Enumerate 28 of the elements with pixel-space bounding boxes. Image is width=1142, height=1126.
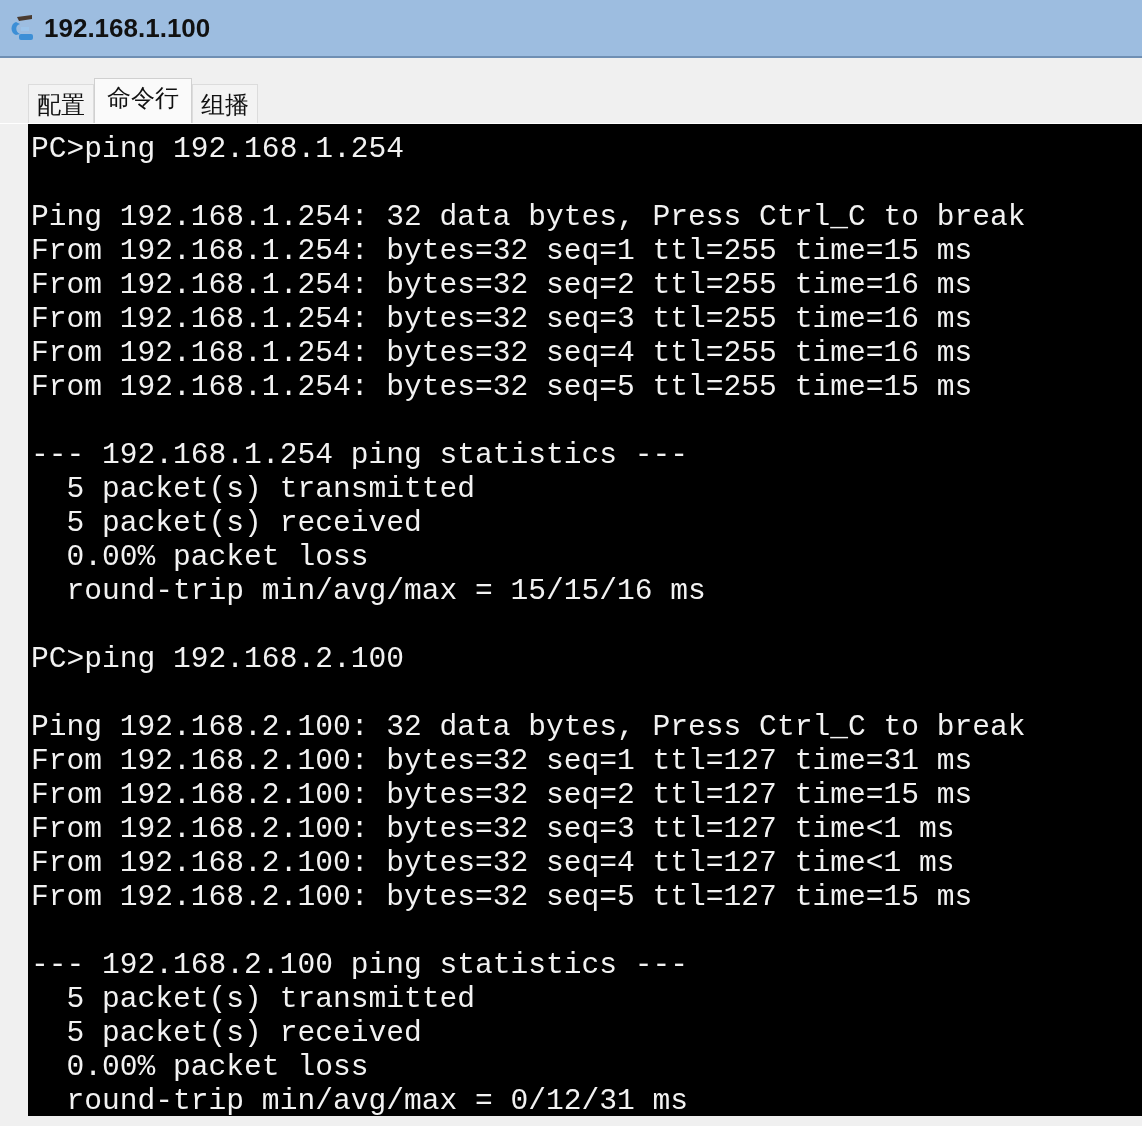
terminal-line: round-trip min/avg/max = 15/15/16 ms <box>65 574 707 608</box>
terminal-line: From 192.168.2.100: bytes=32 seq=5 ttl=127 time=15 ms <box>31 880 974 914</box>
terminal-line: From 192.168.2.100: bytes=32 seq=3 ttl=127 time<1 ms <box>31 812 956 846</box>
terminal-line: From 192.168.2.100: bytes=32 seq=4 ttl=127 time<1 ms <box>31 846 956 880</box>
terminal-line: 0.00% packet loss <box>65 1050 370 1084</box>
terminal-line: 5 packet(s) received <box>65 1016 423 1050</box>
terminal-line: 5 packet(s) received <box>65 506 423 540</box>
terminal-line: PC>ping 192.168.1.254 <box>31 132 405 166</box>
tab[interactable]: 命令行 <box>94 78 192 123</box>
terminal-line: From 192.168.1.254: bytes=32 seq=3 ttl=255 time=16 ms <box>31 302 974 336</box>
terminal-line: From 192.168.1.254: bytes=32 seq=2 ttl=255 time=16 ms <box>31 268 974 302</box>
terminal-line: --- 192.168.1.254 ping statistics --- <box>31 438 690 472</box>
terminal-line: 5 packet(s) transmitted <box>65 472 476 506</box>
terminal-line: PC>ping 192.168.2.100 <box>31 642 405 676</box>
terminal-line: --- 192.168.2.100 ping statistics --- <box>31 948 690 982</box>
tab[interactable]: 组播 <box>192 84 258 123</box>
terminal-line: From 192.168.1.254: bytes=32 seq=5 ttl=255 time=15 ms <box>31 370 974 404</box>
terminal-line: From 192.168.2.100: bytes=32 seq=2 ttl=127 time=15 ms <box>31 778 974 812</box>
tab[interactable]: 配置 <box>28 84 94 123</box>
window-title: 192.168.1.100 <box>44 12 211 44</box>
terminal-line: From 192.168.2.100: bytes=32 seq=1 ttl=127 time=31 ms <box>31 744 974 778</box>
terminal-line: From 192.168.1.254: bytes=32 seq=4 ttl=255 time=16 ms <box>31 336 974 370</box>
terminal-line: From 192.168.1.254: bytes=32 seq=1 ttl=255 time=15 ms <box>31 234 974 268</box>
terminal-line: 0.00% packet loss <box>65 540 370 574</box>
terminal-line: 5 packet(s) transmitted <box>65 982 476 1016</box>
terminal-line: Ping 192.168.1.254: 32 data bytes, Press Ctrl_C to break <box>31 200 1027 234</box>
terminal-line: round-trip min/avg/max = 0/12/31 ms <box>65 1084 690 1116</box>
terminal-line: Ping 192.168.2.100: 32 data bytes, Press Ctrl_C to break <box>31 710 1027 744</box>
